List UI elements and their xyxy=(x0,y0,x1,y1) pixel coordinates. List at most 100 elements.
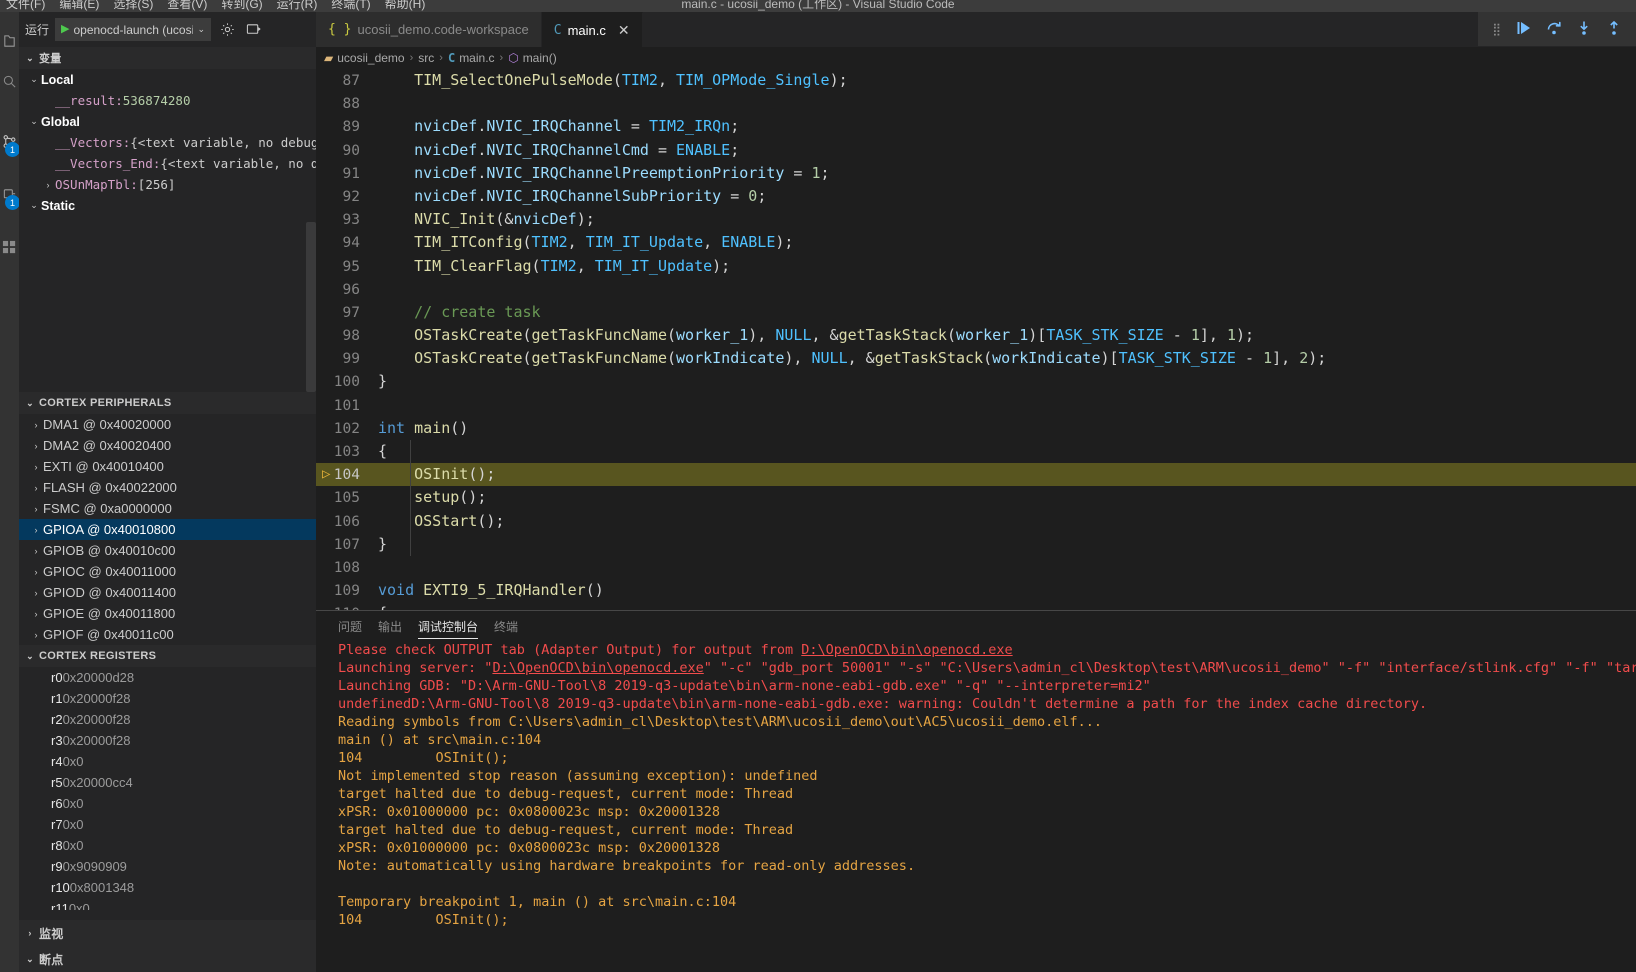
variable-scope-local[interactable]: ⌄ Local xyxy=(19,69,316,90)
panel-tab-3[interactable]: 终端 xyxy=(494,611,518,641)
code-token: ( xyxy=(667,349,677,368)
continue-icon[interactable] xyxy=(1516,20,1532,39)
register-row[interactable]: r11 0x0 xyxy=(19,898,316,910)
line-number: 87 xyxy=(342,73,360,89)
peripheral-label: FSMC @ 0xa0000000 xyxy=(43,501,172,516)
menu-item-1[interactable]: 编辑(E) xyxy=(59,0,99,12)
code-line: 100} xyxy=(316,370,1636,393)
breadcrumb-item[interactable]: src xyxy=(418,51,434,65)
console-link[interactable]: D:\OpenOCD\bin\openocd.exe xyxy=(801,642,1012,658)
register-value: 0x0 xyxy=(62,796,84,811)
editor-tab-bar[interactable]: { } ucosii_demo.code-workspace Cmain.c ✕ xyxy=(316,12,1636,47)
sidebar-section-1[interactable]: ⌄ 断点 xyxy=(19,946,316,972)
variable-scope-static[interactable]: ⌄ Static xyxy=(19,195,316,216)
register-row[interactable]: r6 0x0 xyxy=(19,793,316,814)
menu-items[interactable]: 文件(F) 编辑(E) 选择(S) 查看(V) 转到(G) 运行(R) 终端(T) 帮助(H) xyxy=(6,0,425,12)
variable-row[interactable]: __Vectors: {<text variable, no debug … xyxy=(19,132,316,153)
menu-item-4[interactable]: 转到(G) xyxy=(221,0,262,12)
peripheral-row[interactable]: › FSMC @ 0xa0000000 xyxy=(19,498,316,519)
editor-tab-ucosii-demo-code-workspace[interactable]: { } ucosii_demo.code-workspace xyxy=(316,12,542,47)
register-row[interactable]: r0 0x20000d28 xyxy=(19,667,316,688)
register-row[interactable]: r10 0x8001348 xyxy=(19,877,316,898)
source-control-badge: 1 xyxy=(5,142,20,157)
chevron-right-icon: › xyxy=(46,179,50,190)
code-token: () xyxy=(585,581,604,600)
console-line: Temporary breakpoint 1, main () at src\m… xyxy=(338,893,1636,911)
peripheral-row[interactable]: › FLASH @ 0x40022000 xyxy=(19,477,316,498)
menu-item-0[interactable]: 文件(F) xyxy=(6,0,45,12)
breadcrumb-item[interactable]: Cmain.c xyxy=(448,51,495,65)
close-icon[interactable]: ✕ xyxy=(618,22,630,39)
peripheral-row[interactable]: › DMA1 @ 0x40020000 xyxy=(19,414,316,435)
register-row[interactable]: r4 0x0 xyxy=(19,751,316,772)
register-row[interactable]: r8 0x0 xyxy=(19,835,316,856)
register-row[interactable]: r1 0x20000f28 xyxy=(19,688,316,709)
code-token: getTaskFuncName xyxy=(531,326,667,345)
sidebar-scrollbar[interactable] xyxy=(306,222,316,392)
code-token: , xyxy=(703,233,722,252)
explorer-icon[interactable] xyxy=(0,24,19,58)
code-line: 99 OSTaskCreate(getTaskFuncName(workIndi… xyxy=(316,347,1636,370)
activity-bar[interactable]: 1 1 xyxy=(0,12,20,972)
debug-console-output[interactable]: Please check OUTPUT tab (Adapter Output)… xyxy=(316,641,1636,972)
peripheral-row[interactable]: › GPIOF @ 0x40011c00 xyxy=(19,624,316,645)
step-into-icon[interactable] xyxy=(1576,20,1592,39)
panel-tab-2[interactable]: 调试控制台 xyxy=(418,611,479,641)
breadcrumb[interactable]: ▰ ucosii_demo › src › Cmain.c › ⬡ main() xyxy=(316,47,1636,69)
registers-section-header[interactable]: ⌄ CORTEX REGISTERS xyxy=(19,645,316,667)
panel-tab-0[interactable]: 问题 xyxy=(338,611,362,641)
code-line: 89 nvicDef.NVIC_IRQChannel = TIM2_IRQn; xyxy=(316,115,1636,138)
debug-actions-toolbar[interactable]: ⣿ xyxy=(1478,12,1636,46)
peripheral-row[interactable]: › GPIOC @ 0x40011000 xyxy=(19,561,316,582)
chevron-right-icon: › xyxy=(34,524,38,535)
gear-icon[interactable] xyxy=(217,20,237,40)
peripheral-row[interactable]: › EXTI @ 0x40010400 xyxy=(19,456,316,477)
peripheral-row[interactable]: › GPIOE @ 0x40011800 xyxy=(19,603,316,624)
line-number: 102 xyxy=(333,420,360,437)
variable-scope-global[interactable]: ⌄ Global xyxy=(19,111,316,132)
register-row[interactable]: r7 0x0 xyxy=(19,814,316,835)
sidebar-section-0[interactable]: › 监视 xyxy=(19,920,316,946)
editor-tab-main-c[interactable]: Cmain.c ✕ xyxy=(541,12,643,47)
register-row[interactable]: r3 0x20000f28 xyxy=(19,730,316,751)
search-icon[interactable] xyxy=(0,64,19,98)
console-link[interactable]: D:\OpenOCD\bin\openocd.exe xyxy=(492,660,703,676)
peripheral-row[interactable]: › DMA2 @ 0x40020400 xyxy=(19,435,316,456)
variables-section-header[interactable]: ⌄ 变量 xyxy=(19,47,316,69)
panel-tab-bar[interactable]: 问题 输出 调试控制台 终端 xyxy=(316,611,518,641)
step-out-icon[interactable] xyxy=(1606,20,1622,39)
menu-item-2[interactable]: 选择(S) xyxy=(113,0,153,12)
breadcrumb-item[interactable]: ⬡ main() xyxy=(508,51,557,65)
code-token: 1 xyxy=(1226,326,1236,345)
drag-handle-icon[interactable]: ⣿ xyxy=(1492,23,1502,35)
launch-configuration-select[interactable]: ▶ openocd-launch (ucosii_ ⌄ xyxy=(55,18,212,41)
menu-item-5[interactable]: 运行(R) xyxy=(277,0,318,12)
peripheral-row[interactable]: › GPIOB @ 0x40010c00 xyxy=(19,540,316,561)
line-number: 94 xyxy=(342,235,360,252)
peripherals-section-header[interactable]: ⌄ CORTEX PERIPHERALS xyxy=(19,392,316,414)
chevron-down-icon: ⌄ xyxy=(30,116,38,126)
code-token: NVIC_IRQChannel xyxy=(486,117,622,136)
code-line: 102 int main() xyxy=(316,417,1636,440)
variable-row[interactable]: › OSUnMapTbl: [256] xyxy=(19,174,316,195)
menu-item-6[interactable]: 终端(T) xyxy=(331,0,370,12)
menu-item-7[interactable]: 帮助(H) xyxy=(385,0,426,12)
panel-tab-1[interactable]: 输出 xyxy=(378,611,402,641)
variable-row[interactable]: __Vectors_End: {<text variable, no de… xyxy=(19,153,316,174)
line-number: 101 xyxy=(333,397,360,414)
step-over-icon[interactable] xyxy=(1546,20,1562,39)
extensions-icon[interactable] xyxy=(0,230,19,264)
breadcrumb-item[interactable]: ▰ ucosii_demo xyxy=(324,51,405,65)
menu-bar[interactable]: 文件(F) 编辑(E) 选择(S) 查看(V) 转到(G) 运行(R) 终端(T) 帮助(H)… xyxy=(0,0,1636,12)
breakpoint-arrow-icon[interactable]: ▷ xyxy=(322,467,336,481)
register-row[interactable]: r5 0x20000cc4 xyxy=(19,772,316,793)
open-debug-console-icon[interactable] xyxy=(243,20,263,40)
peripheral-row[interactable]: › GPIOD @ 0x40011400 xyxy=(19,582,316,603)
code-editor[interactable]: 87 TIM_SelectOnePulseMode(TIM2, TIM_OPMo… xyxy=(316,69,1636,622)
peripheral-row[interactable]: › GPIOA @ 0x40010800 xyxy=(19,519,316,540)
variable-row[interactable]: __result: 536874280 xyxy=(19,90,316,111)
register-row[interactable]: r2 0x20000f28 xyxy=(19,709,316,730)
register-row[interactable]: r9 0x9090909 xyxy=(19,856,316,877)
menu-item-3[interactable]: 查看(V) xyxy=(167,0,207,12)
